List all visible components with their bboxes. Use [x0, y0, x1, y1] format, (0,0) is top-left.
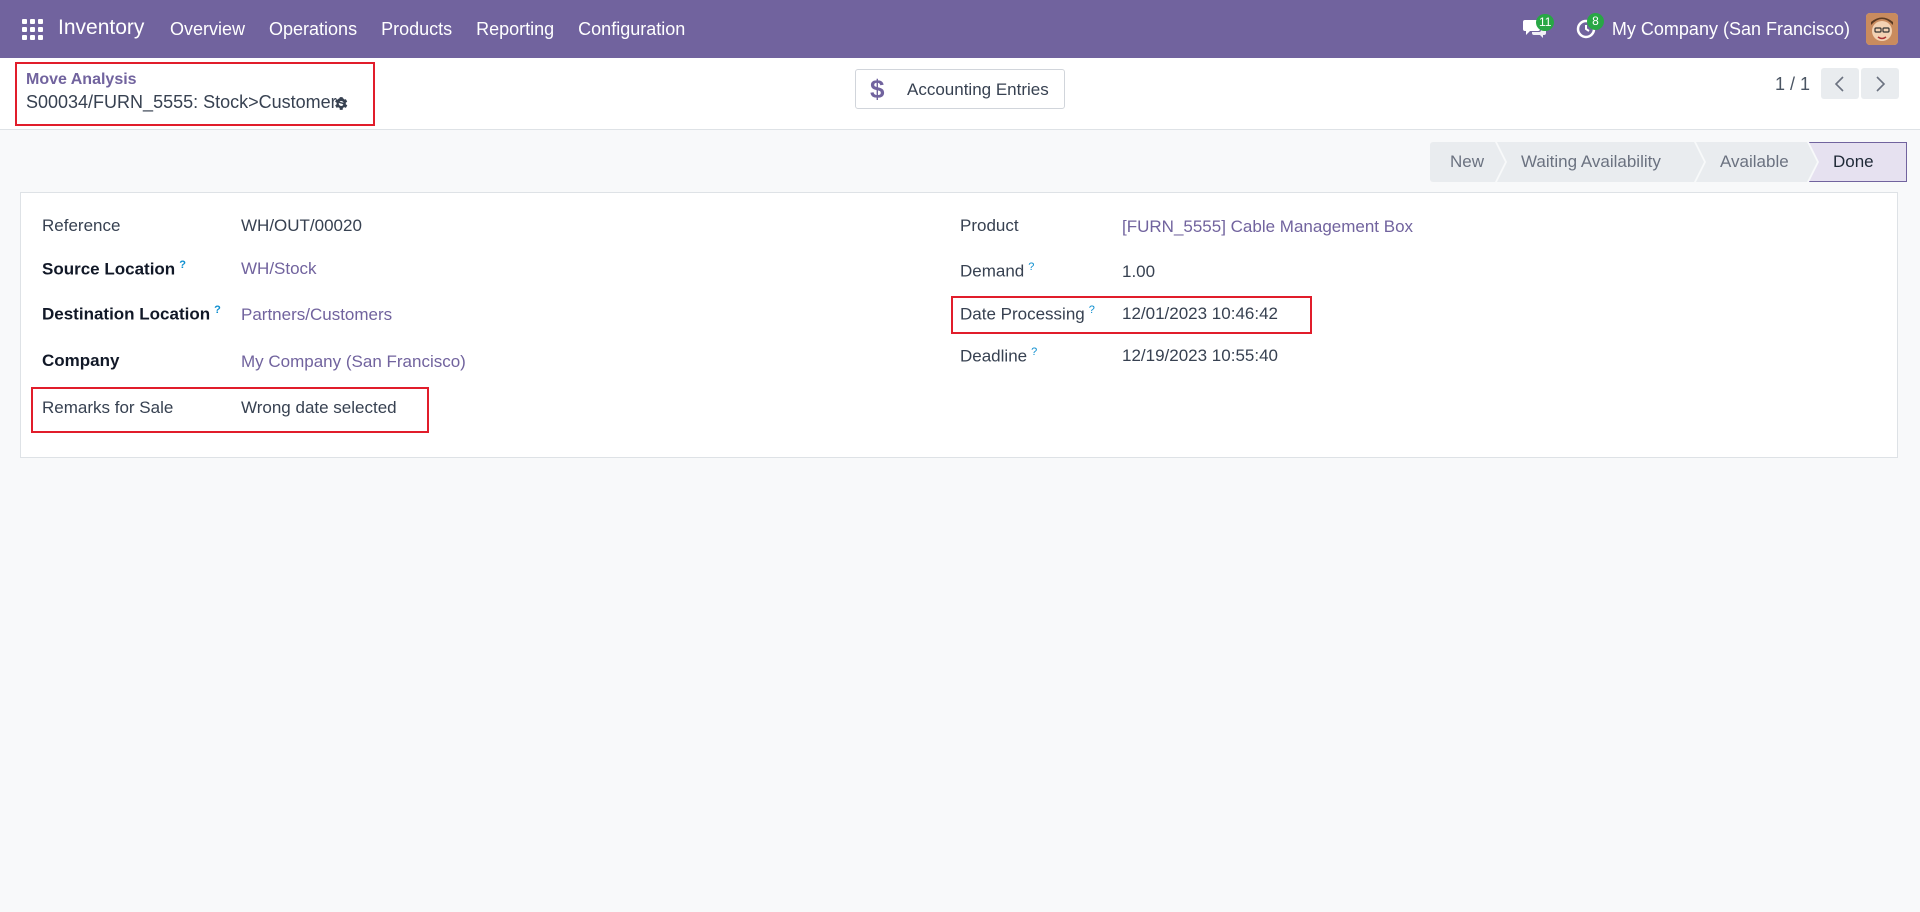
main-menu: Overview Operations Products Reporting C… [170, 0, 709, 58]
control-panel: Move Analysis S00034/FURN_5555: Stock>Cu… [0, 58, 1920, 130]
help-icon[interactable]: ? [214, 304, 221, 316]
remarks-for-sale-label: Remarks for Sale [42, 398, 174, 417]
help-icon[interactable]: ? [179, 259, 186, 271]
menu-configuration[interactable]: Configuration [578, 19, 685, 40]
accounting-entries-label: Accounting Entries [907, 80, 1049, 99]
stage-new[interactable]: New [1430, 142, 1505, 182]
reference-value: WH/OUT/00020 [241, 216, 362, 235]
help-icon[interactable]: ? [1031, 346, 1037, 358]
demand-value: 1.00 [1122, 262, 1156, 281]
stage-available[interactable]: Available [1696, 142, 1817, 182]
deadline-value[interactable]: 12/19/2023 10:55:40 [1122, 346, 1278, 366]
user-avatar[interactable] [1866, 13, 1898, 45]
breadcrumb-parent-link[interactable]: Move Analysis [26, 71, 137, 89]
pager-next-button[interactable] [1861, 68, 1899, 99]
activities-icon[interactable]: 8 [1575, 13, 1604, 40]
dollar-icon: $ [870, 74, 885, 104]
menu-products[interactable]: Products [381, 19, 452, 40]
breadcrumb-highlight: Move Analysis S00034/FURN_5555: Stock>Cu… [15, 62, 375, 126]
reference-label: Reference [42, 216, 121, 235]
messages-badge: 11 [1536, 14, 1555, 31]
status-bar: New Waiting Availability Available Done [1430, 142, 1907, 182]
chevron-left-icon [1834, 75, 1844, 92]
product-label: Product [960, 216, 1019, 235]
company-switcher[interactable]: My Company (San Francisco) [1612, 19, 1850, 40]
messages-icon[interactable]: 11 [1522, 14, 1555, 39]
accounting-entries-button[interactable]: $ Accounting Entries [855, 69, 1065, 109]
destination-location-value[interactable]: Partners/Customers [241, 305, 392, 325]
activities-badge: 8 [1587, 13, 1604, 30]
pager-previous-button[interactable] [1821, 68, 1859, 99]
help-icon[interactable]: ? [1089, 304, 1095, 316]
help-icon[interactable]: ? [1028, 261, 1034, 273]
remarks-for-sale-value[interactable]: Wrong date selected [241, 398, 397, 418]
company-value[interactable]: My Company (San Francisco) [241, 352, 466, 372]
chevron-right-icon [1876, 75, 1886, 92]
menu-operations[interactable]: Operations [269, 19, 357, 40]
date-processing-value[interactable]: 12/01/2023 10:46:42 [1122, 304, 1278, 324]
date-processing-label: Date Processing? [960, 304, 1095, 324]
pager-value[interactable]: 1 / 1 [1775, 74, 1810, 95]
source-location-label: Source Location? [42, 259, 186, 279]
form-sheet: Reference WH/OUT/00020 Source Location? … [20, 192, 1898, 458]
app-name[interactable]: Inventory [58, 16, 144, 40]
stage-done[interactable]: Done [1809, 142, 1907, 182]
top-navbar: Inventory Overview Operations Products R… [0, 0, 1920, 58]
deadline-label: Deadline? [960, 346, 1038, 366]
stage-waiting-availability[interactable]: Waiting Availability [1497, 142, 1704, 182]
product-value[interactable]: [FURN_5555] Cable Management Box [1122, 217, 1413, 237]
company-label: Company [42, 351, 120, 370]
menu-overview[interactable]: Overview [170, 19, 245, 40]
demand-label: Demand? [960, 261, 1035, 281]
breadcrumb-current: S00034/FURN_5555: Stock>Customers [26, 92, 346, 112]
apps-menu-icon[interactable] [22, 19, 43, 40]
destination-location-label: Destination Location? [42, 304, 221, 324]
menu-reporting[interactable]: Reporting [476, 19, 554, 40]
gear-icon[interactable] [332, 95, 349, 112]
source-location-value[interactable]: WH/Stock [241, 259, 317, 279]
